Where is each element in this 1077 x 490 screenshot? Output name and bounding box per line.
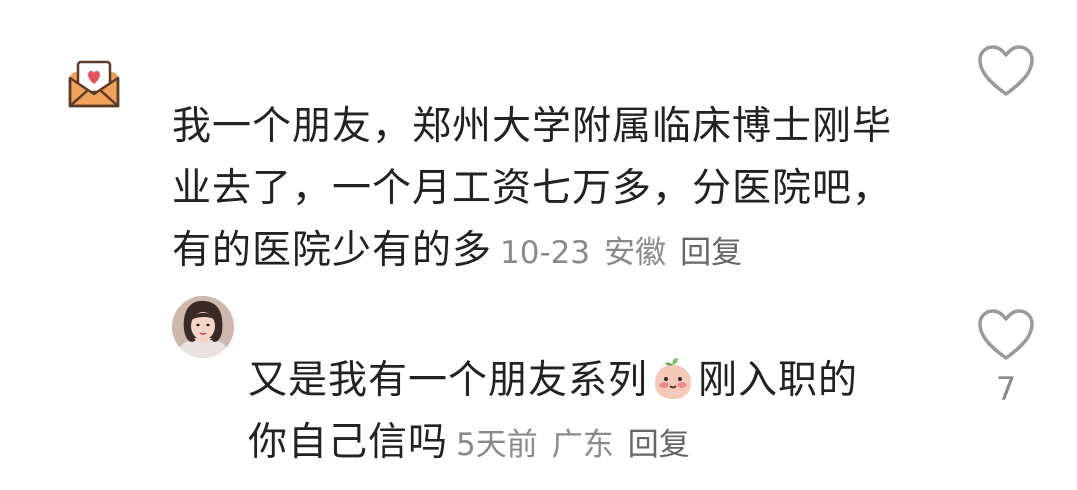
like-count: 7 <box>995 370 1017 408</box>
heart-outline-icon <box>978 45 1034 96</box>
envelope-avatar-icon[interactable] <box>66 56 122 112</box>
like-button[interactable] <box>976 308 1036 362</box>
comment-body: 又是我有一个朋友系列 刚入职的你自己信吗 5天前 广东 回复 <box>248 350 898 476</box>
comment-meta: 10-23 安徽 回复 <box>500 235 756 271</box>
comment-meta: 5天前 广东 回复 <box>456 427 704 463</box>
user-avatar[interactable] <box>172 296 234 358</box>
comment-body: 我一个朋友，郑州大学附属临床博士刚毕业去了，一个月工资七万多，分医院吧，有的医院… <box>172 96 902 284</box>
comment-thread: 我一个朋友，郑州大学附属临床博士刚毕业去了，一个月工资七万多，分医院吧，有的医院… <box>0 0 1077 490</box>
comment-location: 广东 <box>551 427 614 463</box>
comment-date: 5天前 <box>456 427 538 463</box>
comment-date: 10-23 <box>500 235 591 271</box>
comment-text: 又是我有一个朋友系列 <box>248 358 649 403</box>
heart-outline-icon <box>978 309 1034 360</box>
like-button[interactable] <box>976 44 1036 98</box>
blushing-peach-emoji-icon <box>650 355 696 401</box>
reply-button[interactable]: 回复 <box>628 427 690 463</box>
reply-button[interactable]: 回复 <box>680 235 742 271</box>
comment-location: 安徽 <box>604 235 667 271</box>
